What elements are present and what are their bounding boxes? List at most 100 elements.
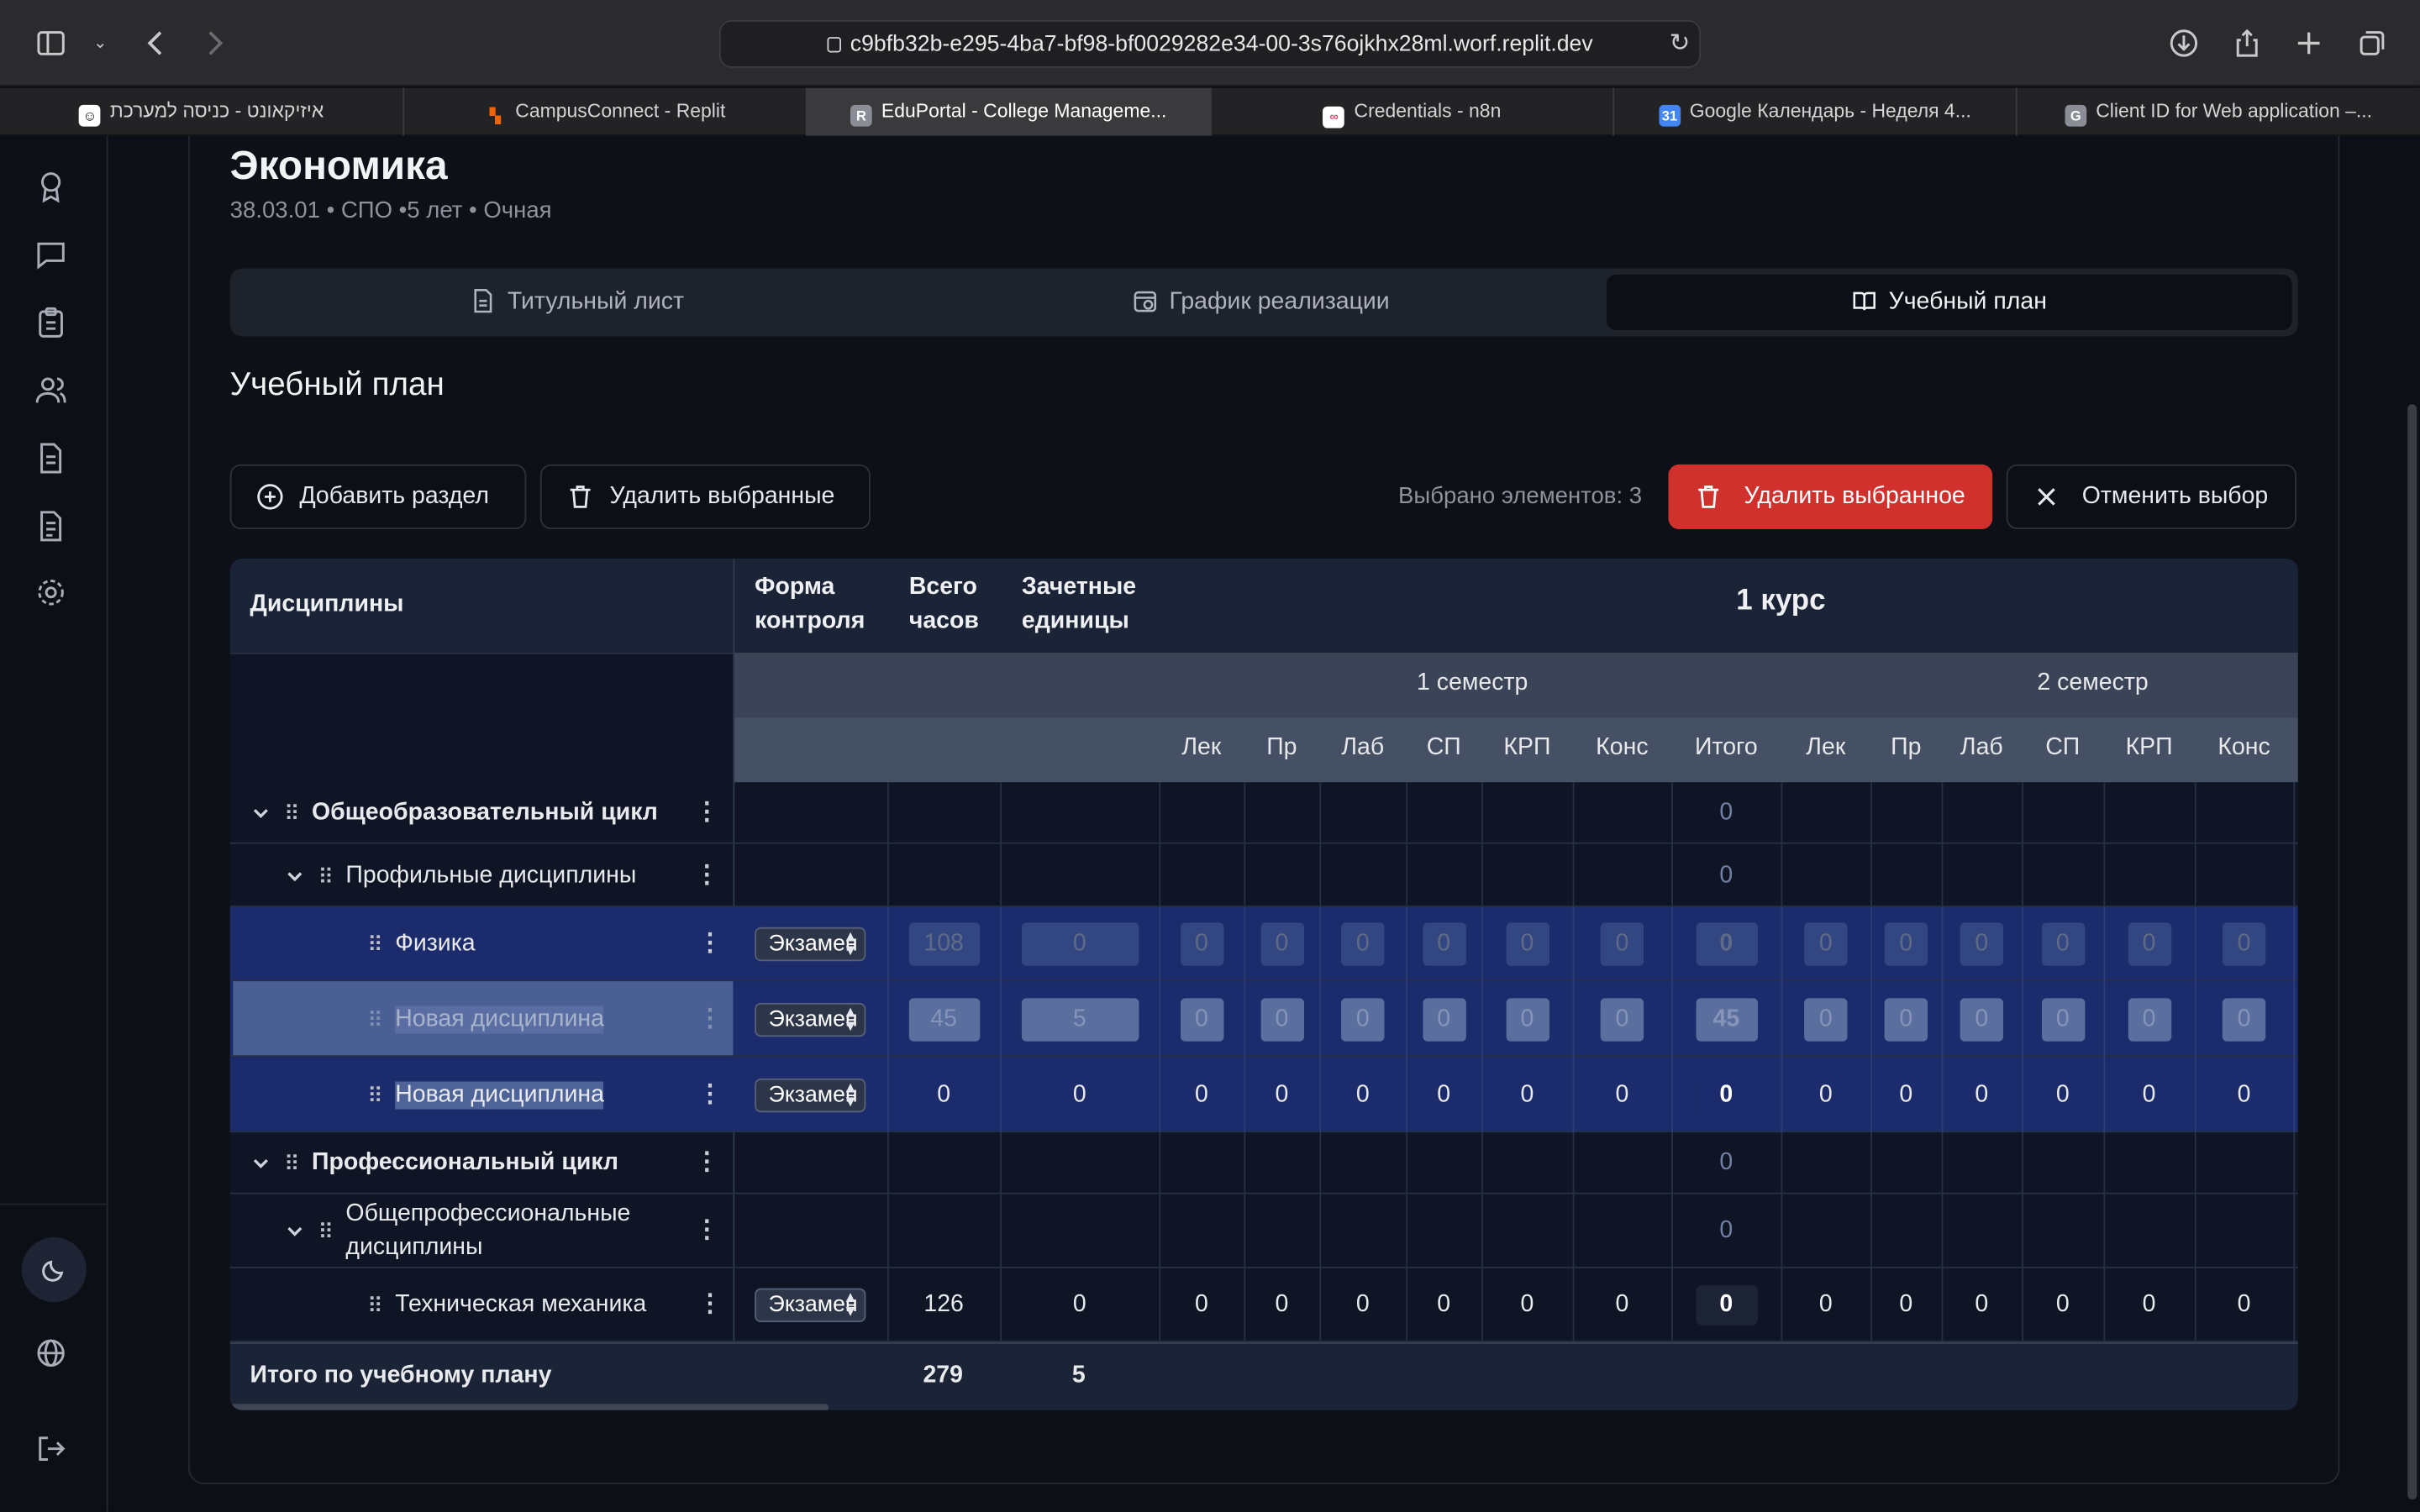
control-form-select[interactable]: Экзамен ▲ ▼ [755,1001,866,1037]
tab-curriculum[interactable]: Учебный план [1607,274,2292,331]
chevron-down-icon[interactable] [250,802,272,824]
new-tab-icon[interactable] [2286,20,2332,66]
cell-value[interactable]: 0 [1876,1081,1937,1109]
control-form-select[interactable]: Экзамен ▲ ▼ [755,1077,866,1112]
download-icon[interactable] [2160,20,2207,66]
row-label[interactable]: Физика [395,931,475,958]
table-horizontal-scrollbar[interactable] [229,1404,829,1410]
more-vertical-icon[interactable]: ⋮ [695,1218,719,1243]
page-scrollbar[interactable] [2407,404,2417,1500]
cell-value[interactable]: 0 [2213,1005,2275,1033]
drag-handle-icon[interactable]: ⠿ [367,932,383,956]
share-icon[interactable] [2224,20,2270,66]
browser-tab-1[interactable]: ☺ איזיקאונט - כניסה למערכת [0,87,405,136]
cell-value[interactable]: 0 [2213,931,2275,958]
file-text-icon[interactable] [34,509,74,549]
clipboard-icon[interactable] [34,306,74,346]
browser-tab-2[interactable]: ▚ CampusConnect - Replit [404,87,808,136]
more-vertical-icon[interactable]: ⋮ [697,931,722,956]
cell-value[interactable]: 0 [1591,1291,1653,1319]
cell-value[interactable]: 0 [2118,1081,2180,1109]
drag-handle-icon[interactable]: ⠿ [367,1006,383,1031]
forward-icon[interactable] [192,20,238,66]
chevron-down-icon[interactable] [284,864,306,886]
table-row[interactable]: ⠿ Новая дисциплина ⋮ Экзамен ▲ ▼ 0 0 0 0 0 0 0 0 0 0 0 0 0… [229,1057,2298,1133]
cell-value[interactable]: 0 [1696,931,1757,958]
table-row[interactable]: ⠿Новая дисциплина⋮Экзамен▲▼4550000000000… [229,981,2298,1058]
chevron-down-icon[interactable] [284,1221,306,1242]
control-form-select[interactable]: Экзамен ▲ ▼ [755,1288,866,1323]
cell-value[interactable]: 0 [1795,1005,1856,1033]
tab-title-page[interactable]: Титульный лист [236,275,918,330]
table-row[interactable]: ⠿ Физика ⋮ Экзамен ▲ ▼ 108 0 0 0 0 0 0 0 0 0 0 0 0 0 0 [229,906,2298,982]
table-group-row[interactable]: ⠿ Профессиональный цикл ⋮ 0 [229,1132,2298,1194]
browser-tab-3[interactable]: R EduPortal - College Manageme... [807,87,1212,136]
table-group-row[interactable]: ⠿ Профильные дисциплины ⋮ 0 [229,843,2298,907]
cell-value[interactable]: 0 [2032,1291,2093,1319]
chat-icon[interactable] [34,238,74,278]
globe-icon[interactable] [34,1336,74,1377]
cell-value[interactable]: 0 [1251,1081,1313,1109]
tab-schedule[interactable]: График реализации [918,275,1603,330]
cell-value[interactable]: 0 [1876,931,1937,958]
cell-value[interactable]: 0 [1951,1081,2012,1109]
drag-handle-icon[interactable]: ⠿ [318,1219,334,1243]
cell-value[interactable]: 0 [1591,931,1653,958]
cell-value[interactable]: 0 [1413,1291,1474,1319]
cell-value[interactable]: 0 [2213,1291,2275,1319]
drag-handle-icon[interactable]: ⠿ [284,1151,300,1175]
cell-value[interactable]: 0 [2118,931,2180,958]
drag-handle-icon[interactable]: ⠿ [367,1082,383,1106]
cell-value[interactable]: 5 [1049,1005,1110,1033]
cell-value[interactable]: 0 [1332,1005,1393,1033]
cell-value[interactable]: 0 [2213,1081,2275,1109]
cell-value[interactable]: 0 [1951,1291,2012,1319]
drag-handle-icon[interactable]: ⠿ [367,1293,383,1317]
chevron-down-icon[interactable]: ⌄ [77,20,124,66]
cell-value[interactable]: 0 [1049,1291,1110,1319]
cell-value[interactable]: 0 [1876,1005,1937,1033]
delete-selected-red-button[interactable]: Удалить выбранное [1668,464,1993,529]
drag-handle-icon[interactable]: ⠿ [284,801,300,825]
cell-value[interactable]: 0 [1497,931,1558,958]
browser-tab-4[interactable]: ∞ Credentials - n8n [1212,87,1615,136]
users-icon[interactable] [34,373,74,413]
more-vertical-icon[interactable]: ⋮ [695,1150,719,1175]
reload-icon[interactable]: ↻ [1670,22,1691,68]
cell-value[interactable]: 0 [1795,1081,1856,1109]
cell-value[interactable]: 0 [1332,1291,1393,1319]
cell-value[interactable]: 126 [913,1291,974,1319]
cell-value[interactable]: 0 [913,1081,974,1109]
logout-icon[interactable] [34,1431,74,1472]
cell-value[interactable]: 0 [2118,1291,2180,1319]
cell-value[interactable]: 0 [1332,1081,1393,1109]
browser-tab-6[interactable]: G Client ID for Web application –... [2018,88,2420,136]
cell-value[interactable]: 0 [2118,1005,2180,1033]
row-label[interactable]: Техническая механика [395,1291,646,1319]
cell-value[interactable]: 0 [2032,1005,2093,1033]
control-form-select[interactable]: Экзамен ▲ ▼ [755,927,866,962]
cell-value[interactable]: 0 [1497,1005,1558,1033]
award-icon[interactable] [34,170,74,210]
table-row[interactable]: ⠿ Техническая механика ⋮ Экзамен ▲ ▼ 126 0 0 0 0 0 0… [229,1268,2298,1342]
delete-selected-button[interactable]: Удалить выбранные [539,464,871,529]
cell-value[interactable]: 0 [1876,1291,1937,1319]
cell-value[interactable]: 0 [1413,1081,1474,1109]
theme-toggle-button[interactable] [21,1237,87,1303]
cell-value[interactable]: 45 [913,1005,974,1033]
chevron-down-icon[interactable] [250,1152,272,1174]
settings-icon[interactable] [34,575,74,616]
cell-value[interactable]: 0 [1591,1005,1653,1033]
cancel-selection-button[interactable]: Отменить выбор [2006,464,2297,529]
row-label[interactable]: Новая дисциплина [395,1005,605,1033]
cell-value[interactable]: 0 [1251,1291,1313,1319]
cell-value[interactable]: 0 [1049,931,1110,958]
cell-value[interactable]: 0 [1251,1005,1313,1033]
more-vertical-icon[interactable]: ⋮ [697,1006,722,1031]
cell-value[interactable]: 0 [1795,1291,1856,1319]
document-icon[interactable] [34,441,74,481]
cell-value[interactable]: 0 [1171,1005,1232,1033]
drag-handle-icon[interactable]: ⠿ [318,864,334,888]
cell-value[interactable]: 0 [1049,1081,1110,1109]
row-label[interactable]: Новая дисциплина [395,1080,605,1109]
